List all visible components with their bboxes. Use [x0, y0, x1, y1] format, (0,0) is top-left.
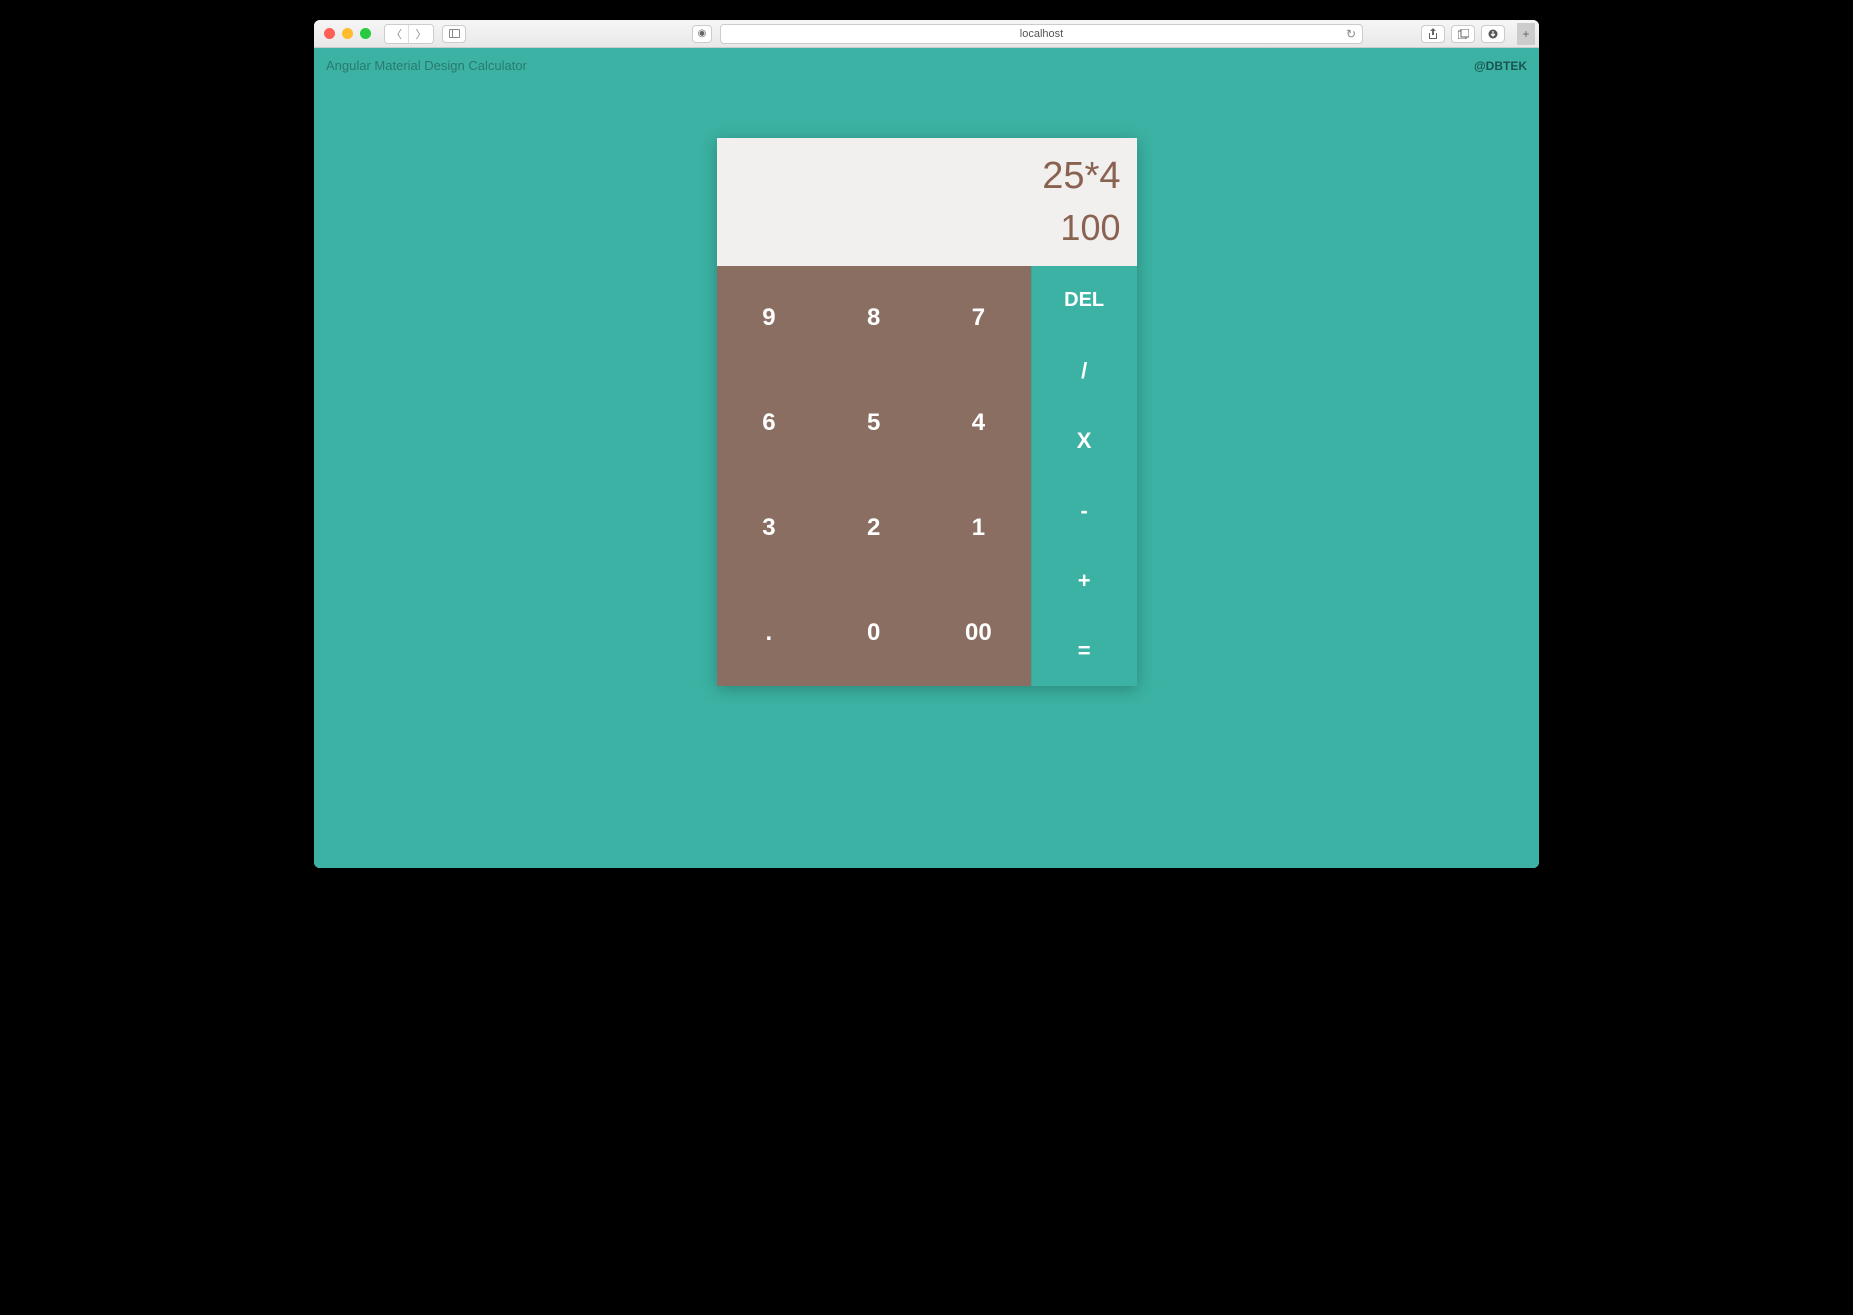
- new-tab-button[interactable]: +: [1517, 23, 1535, 45]
- key-2[interactable]: 2: [821, 476, 926, 581]
- reload-icon[interactable]: ↻: [1346, 27, 1356, 41]
- maximize-window-button[interactable]: [360, 28, 371, 39]
- back-button[interactable]: 〈: [385, 25, 409, 43]
- key-dot[interactable]: .: [717, 581, 822, 686]
- share-button[interactable]: [1421, 25, 1445, 43]
- share-icon: [1428, 28, 1438, 40]
- tabs-icon: [1458, 29, 1469, 39]
- key-3[interactable]: 3: [717, 476, 822, 581]
- key-4[interactable]: 4: [926, 371, 1031, 476]
- key-1[interactable]: 1: [926, 476, 1031, 581]
- key-5[interactable]: 5: [821, 371, 926, 476]
- result-display: 100: [733, 203, 1121, 253]
- key-subtract[interactable]: -: [1032, 476, 1137, 546]
- tabs-button[interactable]: [1451, 25, 1475, 43]
- key-6[interactable]: 6: [717, 371, 822, 476]
- key-multiply[interactable]: X: [1032, 406, 1137, 476]
- address-bar[interactable]: localhost ↻: [720, 24, 1363, 44]
- browser-toolbar: 〈 〉 ◉ localhost ↻ +: [314, 20, 1539, 48]
- key-00[interactable]: 00: [926, 581, 1031, 686]
- calculator: 25*4 100 9 8 7 6 5 4 3 2 1 . 0 00: [717, 138, 1137, 686]
- key-delete[interactable]: DEL: [1032, 266, 1137, 336]
- key-7[interactable]: 7: [926, 266, 1031, 371]
- window-controls: [324, 28, 371, 39]
- operator-pad: DEL / X - + =: [1031, 266, 1137, 686]
- nav-button-group: 〈 〉: [384, 24, 434, 44]
- digit-pad: 9 8 7 6 5 4 3 2 1 . 0 00: [717, 266, 1031, 686]
- app-title: Angular Material Design Calculator: [326, 58, 527, 73]
- key-divide[interactable]: /: [1032, 336, 1137, 406]
- forward-button[interactable]: 〉: [409, 25, 433, 43]
- key-equals[interactable]: =: [1032, 616, 1137, 686]
- keypad: 9 8 7 6 5 4 3 2 1 . 0 00 DEL / X: [717, 266, 1137, 686]
- calculator-display: 25*4 100: [717, 138, 1137, 266]
- sidebar-toggle-button[interactable]: [442, 25, 466, 43]
- key-0[interactable]: 0: [821, 581, 926, 686]
- url-text: localhost: [1020, 28, 1063, 40]
- key-add[interactable]: +: [1032, 546, 1137, 616]
- expression-display: 25*4: [733, 150, 1121, 203]
- panel-icon: [449, 29, 460, 38]
- author-link[interactable]: @DBTEK: [1474, 59, 1527, 73]
- close-window-button[interactable]: [324, 28, 335, 39]
- extension-button[interactable]: ◉: [692, 25, 712, 43]
- download-icon: [1488, 29, 1498, 39]
- downloads-button[interactable]: [1481, 25, 1505, 43]
- key-8[interactable]: 8: [821, 266, 926, 371]
- right-toolbar: [1421, 25, 1505, 43]
- page-content: Angular Material Design Calculator @DBTE…: [314, 48, 1539, 868]
- minimize-window-button[interactable]: [342, 28, 353, 39]
- key-9[interactable]: 9: [717, 266, 822, 371]
- browser-window: 〈 〉 ◉ localhost ↻ + Angular Material Des: [314, 20, 1539, 868]
- app-header: Angular Material Design Calculator @DBTE…: [314, 48, 1539, 83]
